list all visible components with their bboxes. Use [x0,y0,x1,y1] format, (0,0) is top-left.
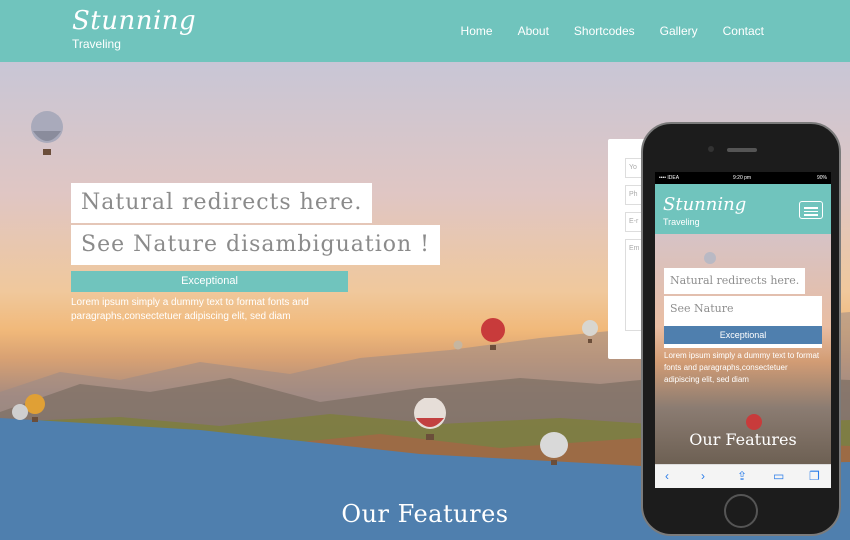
mobile-brand-title: Stunning [663,194,747,215]
brand-logo[interactable]: Stunning Traveling [72,6,196,51]
hero-headline-2: See Nature disambiguation ! [71,225,441,265]
hero-headline-1: Natural redirects here. [71,183,373,223]
mobile-lead-text: Lorem ipsum simply a dummy text to forma… [664,351,820,384]
mobile-features-heading: Our Features [689,430,797,449]
status-battery: 90% [816,175,827,181]
home-button[interactable] [724,494,758,528]
bookmarks-icon[interactable]: ▭ [773,469,784,483]
main-nav: Home About Shortcodes Gallery Contact [461,24,764,38]
balloon-icon [481,318,505,350]
brand-title: Stunning [72,6,197,36]
balloon-icon [31,111,63,155]
balloon-icon [540,432,568,465]
phone-screen: •••• IDEA 9:20 pm 90% Stunning Traveling… [655,172,831,488]
balloon-icon [582,320,598,343]
safari-toolbar: ‹ › ⇪ ▭ ❐ [655,464,831,488]
phone-mockup: •••• IDEA 9:20 pm 90% Stunning Traveling… [641,122,841,536]
brand-subtitle: Traveling [72,37,121,51]
nav-shortcodes[interactable]: Shortcodes [574,24,635,38]
hero-lead-text: Lorem ipsum simply a dummy text to forma… [71,297,309,322]
hamburger-menu-icon[interactable] [799,201,823,219]
mobile-headline-1: Natural redirects here. [664,268,806,294]
mobile-brand-subtitle: Traveling [663,217,700,227]
mobile-exceptional-button[interactable]: Exceptional [664,326,822,344]
nav-gallery[interactable]: Gallery [660,24,698,38]
nav-contact[interactable]: Contact [723,24,764,38]
top-navbar: Stunning Traveling Home About Shortcodes… [0,0,850,62]
exceptional-button[interactable]: Exceptional [71,271,348,292]
status-carrier: •••• IDEA [659,175,680,181]
balloon-icon [453,340,463,350]
nav-about[interactable]: About [518,24,549,38]
forward-icon[interactable]: › [701,469,705,483]
status-time: 9:20 pm [733,175,752,181]
phone-status-bar: •••• IDEA 9:20 pm 90% [655,172,831,184]
balloon-icon [12,404,28,420]
nav-home[interactable]: Home [461,24,493,38]
balloon-icon [414,398,446,440]
back-icon[interactable]: ‹ [665,469,669,483]
tabs-icon[interactable]: ❐ [809,469,820,483]
phone-camera [708,146,714,152]
share-icon[interactable]: ⇪ [737,469,747,483]
phone-speaker [727,148,757,152]
mobile-header: Stunning Traveling [655,184,831,234]
